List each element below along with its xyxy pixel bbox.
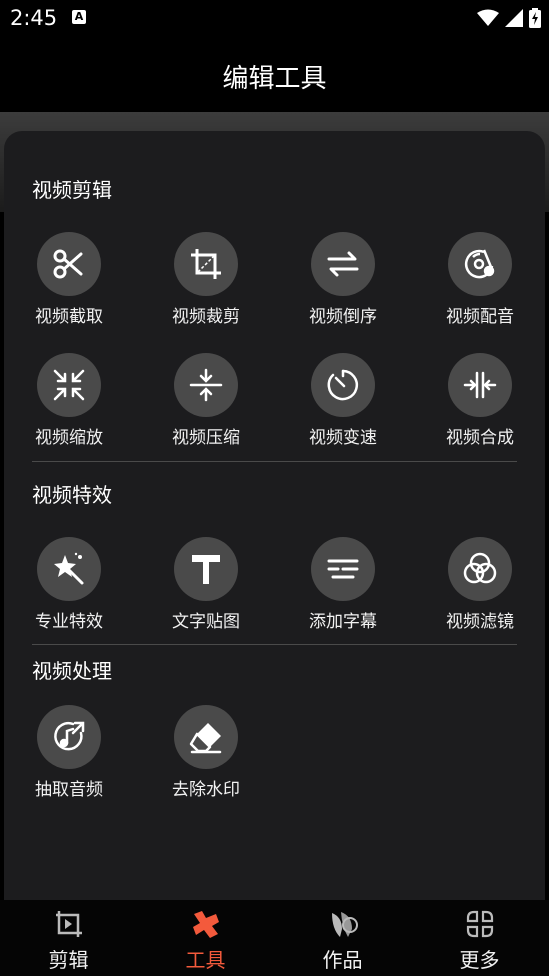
merge-icon (463, 371, 497, 399)
works-icon (332, 912, 358, 937)
status-icons (477, 8, 541, 28)
tool-label: 专业特效 (35, 612, 103, 632)
tool-label: 视频变速 (309, 428, 377, 448)
scissors-icon (53, 249, 83, 279)
tool-circle (174, 537, 238, 601)
tool-circle (448, 232, 512, 296)
tool-label: 抽取音频 (35, 780, 103, 800)
app-header: 编辑工具 (0, 36, 549, 112)
tool-label: 去除水印 (172, 780, 240, 800)
scale-arrows-icon (53, 369, 85, 401)
tool-video-filter[interactable]: 视频滤镜 (425, 537, 535, 637)
notification-a-icon: A (72, 10, 86, 24)
nav-label: 更多 (459, 948, 500, 972)
status-time: 2:45 (10, 6, 58, 30)
tool-label: 添加字幕 (309, 612, 377, 632)
tool-label: 视频缩放 (35, 428, 103, 448)
tool-circle (448, 353, 512, 417)
eraser-icon (189, 723, 222, 754)
tool-extract-audio[interactable]: 抽取音频 (14, 705, 124, 805)
tool-label: 视频裁剪 (172, 307, 240, 327)
tool-remove-watermark[interactable]: 去除水印 (151, 705, 261, 805)
tool-circle (37, 353, 101, 417)
tool-text-sticker[interactable]: 文字贴图 (151, 537, 261, 637)
tool-video-speed[interactable]: 视频变速 (288, 353, 398, 453)
tool-label: 视频倒序 (309, 307, 377, 327)
nav-label: 作品 (322, 948, 363, 972)
tool-video-compress[interactable]: 视频压缩 (151, 353, 261, 453)
swap-arrows-icon (327, 251, 359, 277)
nav-tab-more[interactable]: 更多 (411, 900, 548, 976)
subtitle-lines-icon (327, 559, 359, 579)
tool-label: 视频合成 (446, 428, 514, 448)
tool-circle (174, 705, 238, 769)
tool-circle (174, 353, 238, 417)
nav-icon (53, 908, 85, 940)
tool-circle (37, 232, 101, 296)
page-title: 编辑工具 (222, 64, 327, 94)
tool-circle (311, 232, 375, 296)
dubbing-disc-icon (464, 249, 495, 279)
speed-timer-icon (327, 369, 359, 401)
tool-circle (311, 537, 375, 601)
bottom-nav: 剪辑 工具 作品 更多 (0, 900, 549, 976)
wifi-icon (477, 9, 499, 26)
section-title-video-effects: 视频特效 (32, 483, 112, 507)
status-bar: 2:45 A (0, 0, 549, 36)
tool-add-subtitle[interactable]: 添加字幕 (288, 537, 398, 637)
tool-label: 视频截取 (35, 307, 103, 327)
tool-circle (37, 705, 101, 769)
nav-label: 剪辑 (48, 948, 89, 972)
nav-icon (327, 908, 359, 940)
edit-frame-icon (56, 911, 82, 937)
divider (32, 461, 517, 462)
tool-video-merge[interactable]: 视频合成 (425, 353, 535, 453)
music-extract-icon (54, 721, 85, 751)
more-grid-icon (466, 910, 494, 938)
tool-video-crop[interactable]: 视频裁剪 (151, 232, 261, 332)
tool-circle (37, 537, 101, 601)
tool-label: 视频配音 (446, 307, 514, 327)
nav-tab-tools[interactable]: 工具 (137, 900, 274, 976)
section-title-video-edit: 视频剪辑 (32, 178, 112, 202)
text-t-icon (192, 555, 220, 584)
signal-icon (505, 9, 523, 27)
tool-label: 文字贴图 (172, 612, 240, 632)
tool-video-trim[interactable]: 视频截取 (14, 232, 124, 332)
tools-icon (193, 911, 219, 938)
tool-video-scale[interactable]: 视频缩放 (14, 353, 124, 453)
tool-video-reverse[interactable]: 视频倒序 (288, 232, 398, 332)
nav-icon (190, 908, 222, 940)
crop-icon (191, 249, 221, 279)
section-title-video-process: 视频处理 (32, 659, 112, 683)
tool-video-dubbing[interactable]: 视频配音 (425, 232, 535, 332)
tool-circle (448, 537, 512, 601)
battery-icon (529, 8, 541, 28)
nav-icon (464, 908, 496, 940)
magic-wand-icon (54, 552, 84, 585)
tool-label: 视频滤镜 (446, 612, 514, 632)
tool-circle (174, 232, 238, 296)
filter-circles-icon (463, 552, 497, 584)
nav-label: 工具 (185, 948, 226, 972)
divider (32, 644, 517, 645)
nav-tab-works[interactable]: 作品 (274, 900, 411, 976)
tool-label: 视频压缩 (172, 428, 240, 448)
tool-circle (311, 353, 375, 417)
tool-pro-effects[interactable]: 专业特效 (14, 537, 124, 637)
compress-icon (189, 368, 223, 402)
nav-tab-edit[interactable]: 剪辑 (0, 900, 137, 976)
